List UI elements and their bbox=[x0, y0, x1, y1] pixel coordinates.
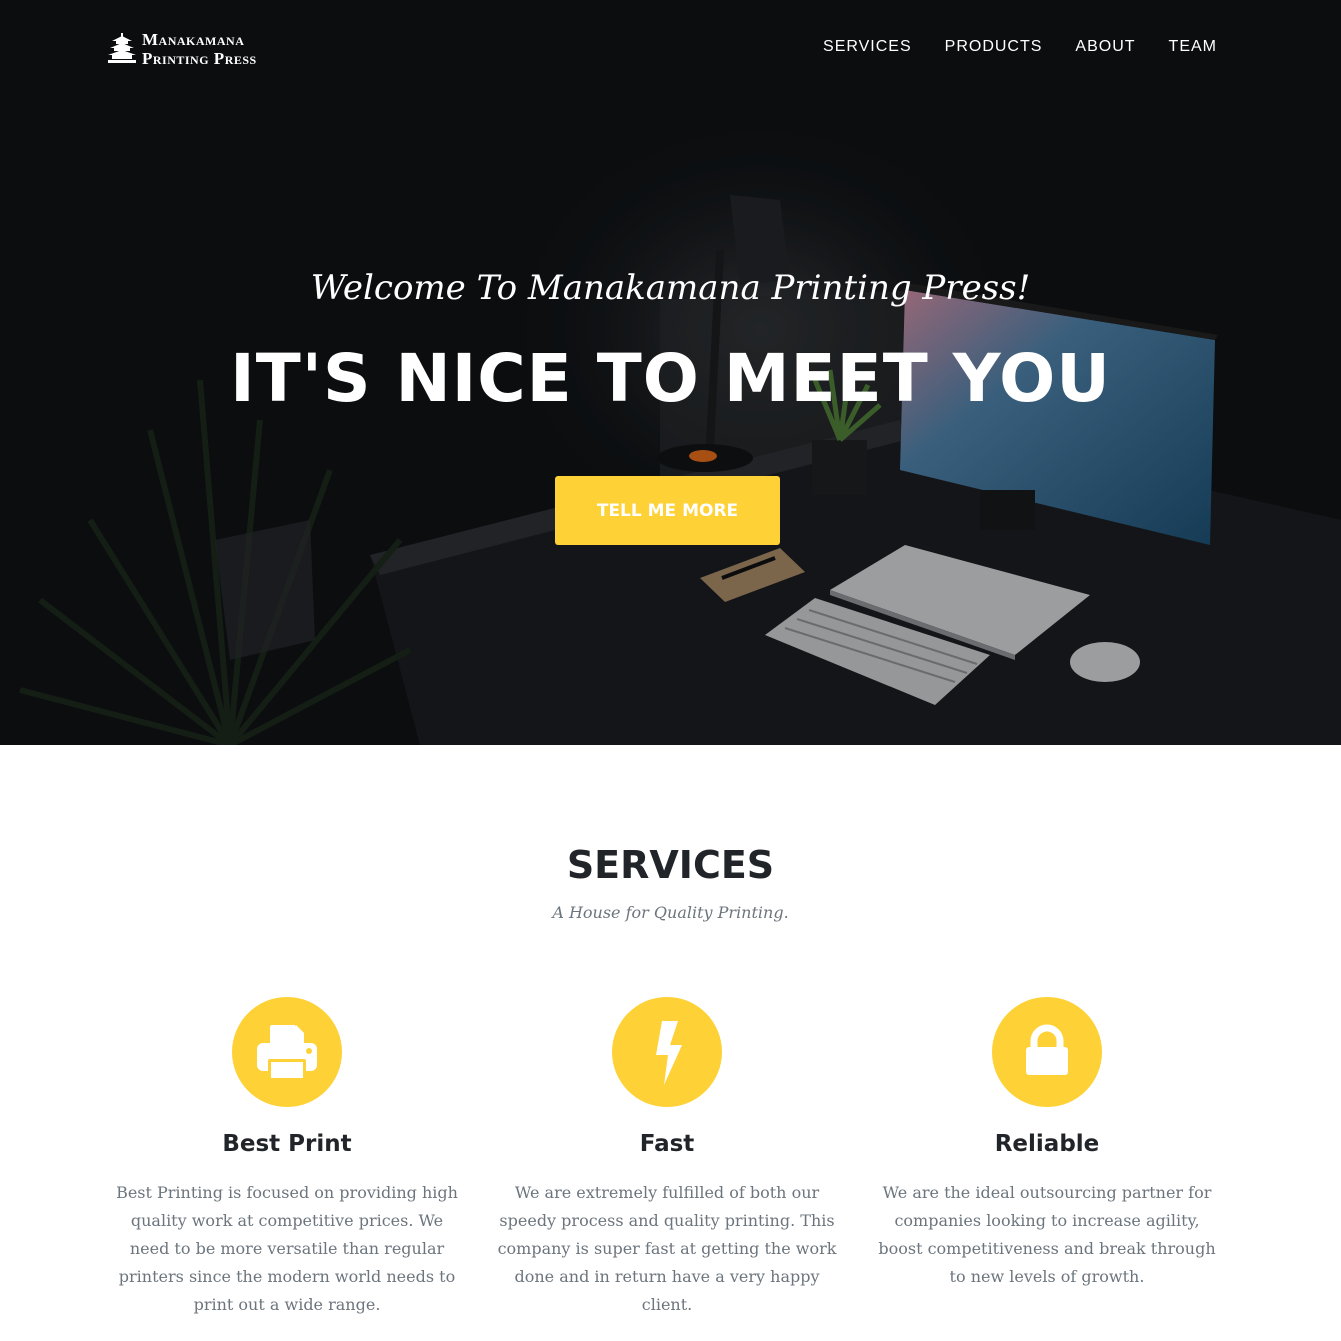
service-card-best-print: Best Print Best Printing is focused on p… bbox=[107, 997, 467, 1319]
brand-name-line2: Printing Press bbox=[142, 49, 257, 68]
service-card-reliable: Reliable We are the ideal outsourcing pa… bbox=[867, 997, 1227, 1291]
service-description: Best Printing is focused on providing hi… bbox=[116, 1183, 458, 1314]
hero-heading: IT'S NICE TO MEET YOU bbox=[230, 340, 1111, 417]
service-icon-circle bbox=[992, 997, 1102, 1107]
service-title: Reliable bbox=[994, 1131, 1100, 1157]
service-title: Best Print bbox=[222, 1131, 352, 1157]
navbar: Manakamana Printing Press SERVICES PRODU… bbox=[0, 0, 1341, 96]
service-description: We are the ideal outsourcing partner for… bbox=[878, 1183, 1216, 1286]
service-icon-circle bbox=[232, 997, 342, 1107]
nav-link-products[interactable]: PRODUCTS bbox=[945, 38, 1043, 56]
nav-links: SERVICES PRODUCTS ABOUT TEAM bbox=[790, 38, 1217, 56]
nav-link-about[interactable]: ABOUT bbox=[1075, 38, 1135, 56]
tell-me-more-button[interactable]: TELL ME MORE bbox=[555, 476, 780, 545]
service-title: Fast bbox=[639, 1131, 695, 1157]
brand-text: Manakamana Printing Press bbox=[142, 30, 257, 68]
hero-section: Manakamana Printing Press SERVICES PRODU… bbox=[0, 0, 1341, 745]
nav-link-team[interactable]: TEAM bbox=[1169, 38, 1217, 56]
service-description: We are extremely fulfilled of both our s… bbox=[497, 1183, 837, 1314]
pagoda-icon bbox=[108, 33, 136, 63]
hero-subheading: Welcome To Manakamana Printing Press! bbox=[310, 268, 1031, 308]
lock-icon bbox=[1026, 1024, 1068, 1075]
brand-logo[interactable]: Manakamana Printing Press bbox=[108, 30, 257, 68]
nav-link-services[interactable]: SERVICES bbox=[823, 38, 912, 56]
service-icon-circle bbox=[612, 997, 722, 1107]
service-card-fast: Fast We are extremely fulfilled of both … bbox=[487, 997, 847, 1319]
brand-name-line1: Manakamana bbox=[142, 30, 245, 49]
printer-icon bbox=[257, 1025, 317, 1079]
services-subtitle: A House for Quality Printing. bbox=[552, 903, 789, 922]
services-title: SERVICES bbox=[566, 843, 775, 887]
lightning-icon bbox=[656, 1021, 682, 1085]
